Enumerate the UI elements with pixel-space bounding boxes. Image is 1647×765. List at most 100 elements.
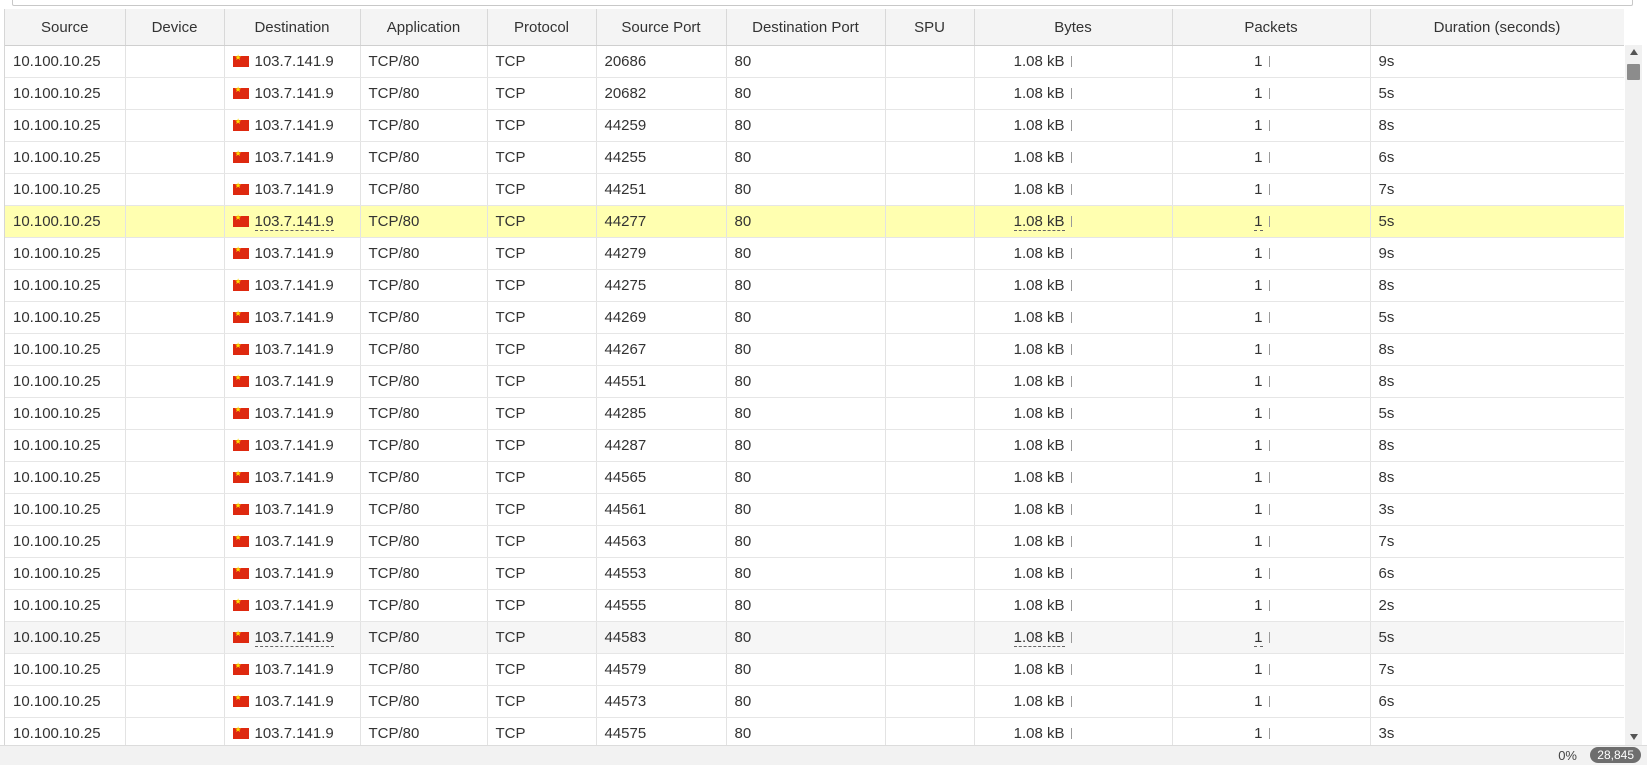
table-row[interactable]: 10.100.10.25 103.7.141.9 TCP/80TCP4457380 1… — [5, 685, 1624, 718]
packets-value[interactable]: 1 — [1254, 309, 1262, 326]
packets-value[interactable]: 1 — [1254, 629, 1263, 647]
bytes-value[interactable]: 1.08 kB — [1014, 53, 1065, 70]
packets-value[interactable]: 1 — [1254, 149, 1262, 166]
table-row[interactable]: 10.100.10.25 103.7.141.9 TCP/80TCP4457980 1… — [5, 653, 1624, 686]
bytes-value[interactable]: 1.08 kB — [1014, 117, 1065, 134]
column-header-application[interactable]: Application — [360, 9, 488, 46]
packets-value[interactable]: 1 — [1254, 405, 1262, 422]
column-header-destination-port[interactable]: Destination Port — [726, 9, 886, 46]
filter-input-box[interactable] — [12, 0, 1633, 6]
destination-ip-link[interactable]: 103.7.141.9 — [255, 117, 334, 134]
destination-ip-link[interactable]: 103.7.141.9 — [255, 405, 334, 422]
bytes-value[interactable]: 1.08 kB — [1014, 725, 1065, 742]
column-header-destination[interactable]: Destination — [224, 9, 361, 46]
destination-ip-link[interactable]: 103.7.141.9 — [255, 533, 334, 550]
bytes-value[interactable]: 1.08 kB — [1014, 277, 1065, 294]
bytes-value[interactable]: 1.08 kB — [1014, 373, 1065, 390]
table-row[interactable]: 10.100.10.25 103.7.141.9 TCP/80TCP4426780 1… — [5, 333, 1624, 366]
destination-ip-link[interactable]: 103.7.141.9 — [255, 373, 334, 390]
bytes-value[interactable]: 1.08 kB — [1014, 405, 1065, 422]
bytes-value[interactable]: 1.08 kB — [1014, 181, 1065, 198]
column-header-source-port[interactable]: Source Port — [596, 9, 727, 46]
column-header-protocol[interactable]: Protocol — [487, 9, 597, 46]
packets-value[interactable]: 1 — [1254, 565, 1262, 582]
table-row[interactable]: 10.100.10.25 103.7.141.9 TCP/80TCP4425580 1… — [5, 141, 1624, 174]
table-row[interactable]: 10.100.10.25 103.7.141.9 TCP/80TCP4456180 1… — [5, 493, 1624, 526]
packets-value[interactable]: 1 — [1254, 117, 1262, 134]
table-row[interactable]: 10.100.10.25 103.7.141.9 TCP/80TCP4455380 1… — [5, 557, 1624, 590]
column-header-packets[interactable]: Packets — [1172, 9, 1371, 46]
destination-ip-link[interactable]: 103.7.141.9 — [255, 149, 334, 166]
bytes-value[interactable]: 1.08 kB — [1013, 213, 1065, 231]
table-row[interactable]: 10.100.10.25 103.7.141.9 TCP/80TCP4455180 1… — [5, 365, 1624, 398]
packets-value[interactable]: 1 — [1254, 501, 1262, 518]
bytes-value[interactable]: 1.08 kB — [1014, 565, 1065, 582]
bytes-value[interactable]: 1.08 kB — [1014, 245, 1065, 262]
destination-ip-link[interactable]: 103.7.141.9 — [255, 85, 334, 102]
bytes-value[interactable]: 1.08 kB — [1014, 309, 1065, 326]
packets-value[interactable]: 1 — [1254, 53, 1262, 70]
bytes-value[interactable]: 1.08 kB — [1013, 629, 1065, 647]
destination-ip-link[interactable]: 103.7.141.9 — [255, 725, 334, 742]
packets-value[interactable]: 1 — [1254, 181, 1262, 198]
table-row[interactable]: 10.100.10.25 103.7.141.9 TCP/80TCP4428780 1… — [5, 429, 1624, 462]
destination-ip-link[interactable]: 103.7.141.9 — [254, 629, 334, 647]
destination-ip-link[interactable]: 103.7.141.9 — [255, 565, 334, 582]
bytes-value[interactable]: 1.08 kB — [1014, 437, 1065, 454]
packets-value[interactable]: 1 — [1254, 533, 1262, 550]
vertical-scrollbar[interactable] — [1625, 45, 1642, 745]
column-header-device[interactable]: Device — [125, 9, 225, 46]
packets-value[interactable]: 1 — [1254, 213, 1263, 231]
destination-ip-link[interactable]: 103.7.141.9 — [255, 341, 334, 358]
destination-ip-link[interactable]: 103.7.141.9 — [255, 469, 334, 486]
destination-ip-link[interactable]: 103.7.141.9 — [254, 213, 334, 231]
column-header-source[interactable]: Source — [5, 9, 126, 46]
table-row[interactable]: 10.100.10.25 103.7.141.9 TCP/80TCP4428580 1… — [5, 397, 1624, 430]
table-row[interactable]: 10.100.10.25 103.7.141.9 TCP/80TCP4427580 1… — [5, 269, 1624, 302]
bytes-value[interactable]: 1.08 kB — [1014, 85, 1065, 102]
destination-ip-link[interactable]: 103.7.141.9 — [255, 501, 334, 518]
packets-value[interactable]: 1 — [1254, 469, 1262, 486]
table-row[interactable]: 10.100.10.25 103.7.141.9 TCP/80TCP4427780 1… — [5, 205, 1624, 238]
destination-ip-link[interactable]: 103.7.141.9 — [255, 437, 334, 454]
bytes-value[interactable]: 1.08 kB — [1014, 501, 1065, 518]
table-row[interactable]: 10.100.10.25 103.7.141.9 TCP/80TCP4456580 1… — [5, 461, 1624, 494]
bytes-value[interactable]: 1.08 kB — [1014, 597, 1065, 614]
table-row[interactable]: 10.100.10.25 103.7.141.9 TCP/80TCP4425980 1… — [5, 109, 1624, 142]
bytes-value[interactable]: 1.08 kB — [1014, 341, 1065, 358]
column-header-spu[interactable]: SPU — [885, 9, 975, 46]
bytes-value[interactable]: 1.08 kB — [1014, 661, 1065, 678]
packets-value[interactable]: 1 — [1254, 725, 1262, 742]
bytes-value[interactable]: 1.08 kB — [1014, 693, 1065, 710]
packets-value[interactable]: 1 — [1254, 373, 1262, 390]
bytes-value[interactable]: 1.08 kB — [1014, 533, 1065, 550]
destination-ip-link[interactable]: 103.7.141.9 — [255, 309, 334, 326]
destination-ip-link[interactable]: 103.7.141.9 — [255, 597, 334, 614]
table-row[interactable]: 10.100.10.25 103.7.141.9 TCP/80TCP2068680 1… — [5, 45, 1624, 78]
table-row[interactable]: 10.100.10.25 103.7.141.9 TCP/80TCP4456380 1… — [5, 525, 1624, 558]
packets-value[interactable]: 1 — [1254, 597, 1262, 614]
table-row[interactable]: 10.100.10.25 103.7.141.9 TCP/80TCP4425180 1… — [5, 173, 1624, 206]
destination-ip-link[interactable]: 103.7.141.9 — [255, 661, 334, 678]
bytes-value[interactable]: 1.08 kB — [1014, 469, 1065, 486]
scroll-up-arrow-icon[interactable] — [1630, 49, 1638, 55]
packets-value[interactable]: 1 — [1254, 437, 1262, 454]
table-row[interactable]: 10.100.10.25 103.7.141.9 TCP/80TCP2068280 1… — [5, 77, 1624, 110]
destination-ip-link[interactable]: 103.7.141.9 — [255, 181, 334, 198]
packets-value[interactable]: 1 — [1254, 661, 1262, 678]
scrollbar-thumb[interactable] — [1627, 64, 1640, 80]
packets-value[interactable]: 1 — [1254, 341, 1262, 358]
packets-value[interactable]: 1 — [1254, 693, 1262, 710]
packets-value[interactable]: 1 — [1254, 245, 1262, 262]
packets-value[interactable]: 1 — [1254, 277, 1262, 294]
table-row[interactable]: 10.100.10.25 103.7.141.9 TCP/80TCP4455580 1… — [5, 589, 1624, 622]
table-row[interactable]: 10.100.10.25 103.7.141.9 TCP/80TCP4426980 1… — [5, 301, 1624, 334]
bytes-value[interactable]: 1.08 kB — [1014, 149, 1065, 166]
table-row[interactable]: 10.100.10.25 103.7.141.9 TCP/80TCP4457580 1… — [5, 717, 1624, 745]
destination-ip-link[interactable]: 103.7.141.9 — [255, 277, 334, 294]
column-header-bytes[interactable]: Bytes — [974, 9, 1173, 46]
destination-ip-link[interactable]: 103.7.141.9 — [255, 245, 334, 262]
destination-ip-link[interactable]: 103.7.141.9 — [255, 53, 334, 70]
table-row[interactable]: 10.100.10.25 103.7.141.9 TCP/80TCP4427980 1… — [5, 237, 1624, 270]
scroll-down-arrow-icon[interactable] — [1630, 734, 1638, 740]
